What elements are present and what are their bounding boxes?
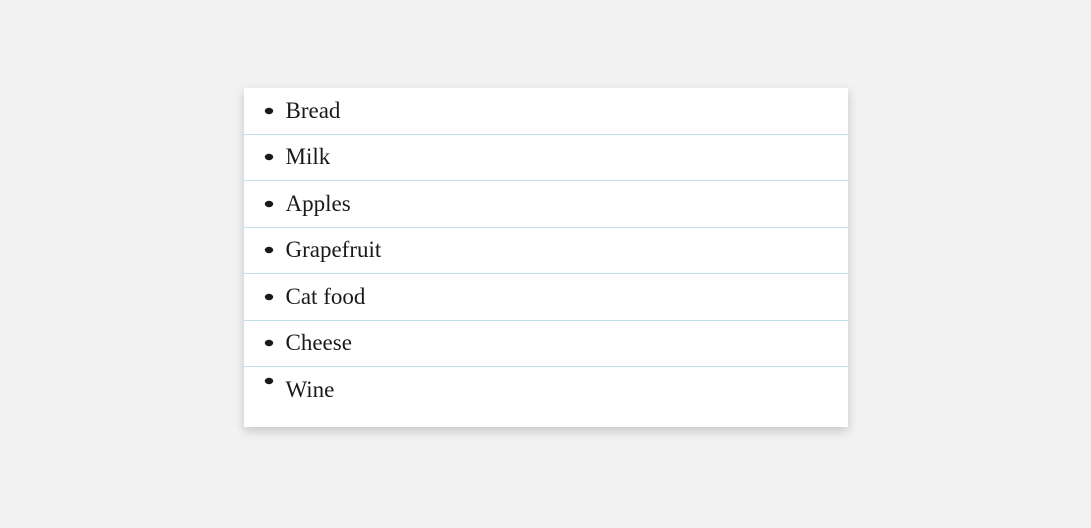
list-item-label: Cheese [286,330,352,356]
shopping-list: Bread Milk Apples Grapefruit Cat food [244,88,848,427]
bullet-icon [264,293,274,301]
bullet-icon [264,246,274,254]
list-item: Apples [244,181,848,228]
list-item: Cat food [244,274,848,321]
list-item: Cheese [244,321,848,368]
list-item-label: Bread [286,98,341,124]
list-item: Wine [244,367,848,427]
list-item: Grapefruit [244,228,848,275]
bullet-icon [264,153,274,161]
list-item-label: Milk [286,144,331,170]
list-item: Bread [244,88,848,135]
bullet-icon [264,339,274,347]
bullet-icon [264,200,274,208]
list-item-label: Grapefruit [286,237,382,263]
list-item-label: Apples [286,191,351,217]
note-card: Bread Milk Apples Grapefruit Cat food [244,88,848,427]
bullet-icon [264,107,274,115]
list-item: Milk [244,135,848,182]
bullet-icon [264,377,274,385]
list-item-label: Wine [286,377,335,403]
list-item-label: Cat food [286,284,366,310]
